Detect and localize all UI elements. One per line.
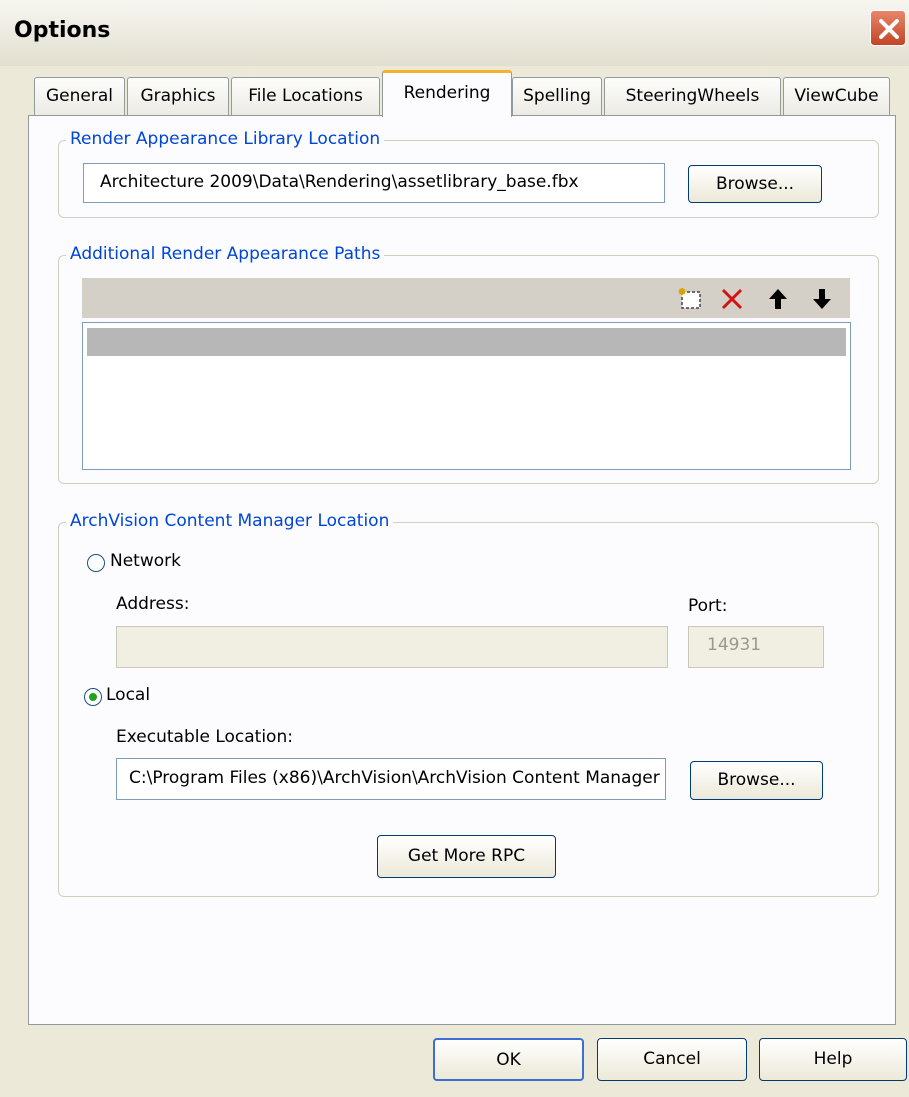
paths-toolbar <box>82 278 850 318</box>
paths-list[interactable] <box>82 322 851 470</box>
tab-steeringwheels[interactable]: SteeringWheels <box>604 77 781 115</box>
help-button[interactable]: Help <box>759 1038 907 1081</box>
executable-location-field[interactable]: C:\Program Files (x86)\ArchVision\ArchVi… <box>116 758 666 800</box>
port-field[interactable]: 14931 <box>688 626 824 668</box>
local-label[interactable]: Local <box>106 685 150 705</box>
library-path-field[interactable]: Architecture 2009\Data\Rendering\assetli… <box>83 163 665 203</box>
executable-browse-button[interactable]: Browse... <box>690 761 823 800</box>
ok-button[interactable]: OK <box>433 1038 584 1081</box>
tab-file-locations[interactable]: File Locations <box>231 77 380 115</box>
network-label[interactable]: Network <box>110 551 181 571</box>
cancel-button[interactable]: Cancel <box>597 1038 747 1081</box>
tab-viewcube[interactable]: ViewCube <box>783 77 890 115</box>
additional-paths-legend: Additional Render Appearance Paths <box>66 244 385 264</box>
address-label: Address: <box>116 594 190 614</box>
paths-list-row[interactable] <box>87 328 846 356</box>
tab-general[interactable]: General <box>34 77 125 115</box>
delete-icon[interactable] <box>720 287 744 311</box>
get-more-rpc-button[interactable]: Get More RPC <box>377 835 556 878</box>
close-icon <box>879 19 899 39</box>
tab-rendering[interactable]: Rendering <box>382 70 512 117</box>
close-button[interactable] <box>870 10 906 46</box>
tab-spelling[interactable]: Spelling <box>512 77 602 115</box>
new-path-icon[interactable] <box>676 286 704 312</box>
tab-graphics[interactable]: Graphics <box>127 77 229 115</box>
local-radio-selected-dot <box>89 693 97 701</box>
address-field[interactable] <box>116 626 668 668</box>
network-radio[interactable] <box>87 554 105 572</box>
port-label: Port: <box>688 596 728 616</box>
local-radio[interactable] <box>84 688 102 706</box>
library-browse-button[interactable]: Browse... <box>688 165 822 203</box>
library-location-legend: Render Appearance Library Location <box>66 129 385 149</box>
title-bar[interactable]: Options <box>0 0 909 66</box>
window-title: Options <box>14 18 111 43</box>
archvision-legend: ArchVision Content Manager Location <box>66 511 394 531</box>
move-up-icon[interactable] <box>768 288 788 310</box>
move-down-icon[interactable] <box>812 288 832 310</box>
executable-location-label: Executable Location: <box>116 727 293 747</box>
